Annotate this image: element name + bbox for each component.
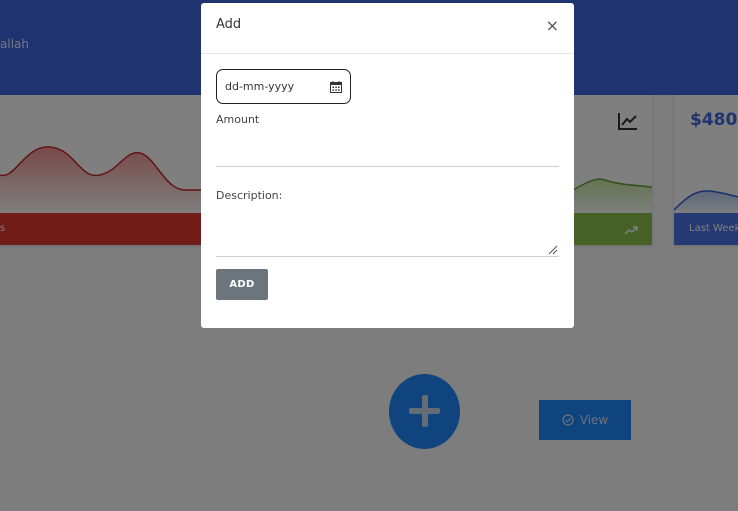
date-placeholder: dd-mm-yyyy (225, 80, 295, 93)
add-modal: Add × dd-mm-yyyy Amount Description: ADD (201, 3, 574, 328)
description-label: Description: (216, 189, 283, 202)
add-submit-button[interactable]: ADD (216, 269, 268, 300)
calendar-icon[interactable] (330, 80, 342, 93)
resize-handle-icon[interactable] (547, 244, 558, 255)
modal-header: Add × (201, 3, 574, 54)
modal-title: Add (216, 17, 242, 32)
amount-input[interactable] (216, 133, 559, 167)
close-button[interactable]: × (546, 18, 559, 34)
amount-label: Amount (216, 113, 260, 126)
description-textarea[interactable] (216, 209, 559, 257)
dashboard-page: allah s (0, 0, 738, 511)
date-input[interactable]: dd-mm-yyyy (216, 69, 351, 104)
